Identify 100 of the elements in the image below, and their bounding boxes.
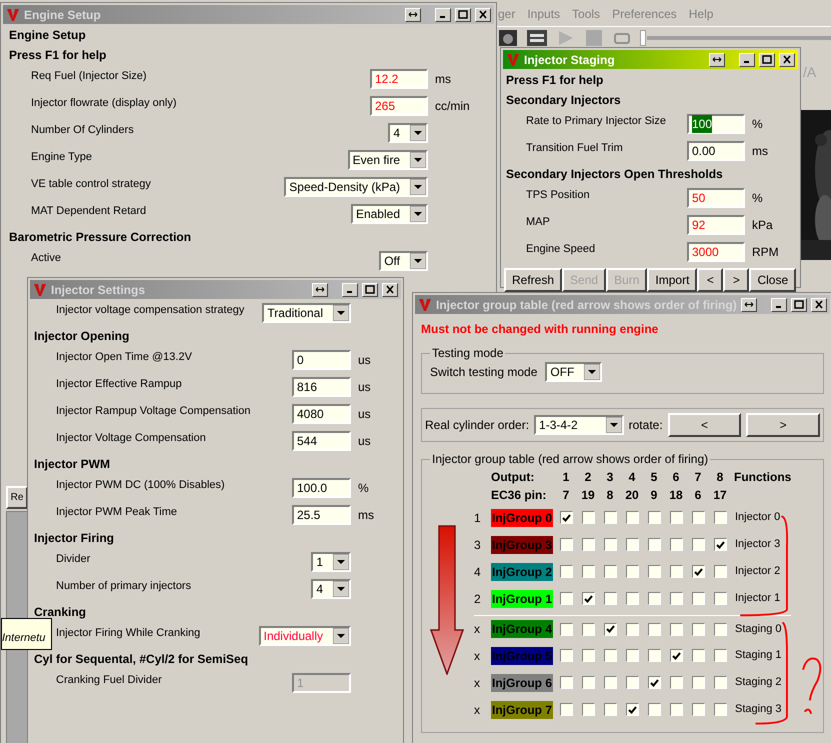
input-field[interactable]: 0	[292, 350, 351, 370]
maximize-button[interactable]	[362, 282, 378, 296]
checkbox[interactable]	[692, 649, 704, 662]
checkbox[interactable]	[648, 592, 660, 605]
slider-track[interactable]	[647, 36, 831, 40]
checkbox[interactable]	[626, 511, 638, 524]
dialog-button[interactable]: Close	[749, 268, 796, 292]
input-field[interactable]: 25.5	[292, 504, 351, 524]
checkbox[interactable]	[626, 538, 638, 551]
checkbox[interactable]	[648, 538, 660, 551]
checkbox[interactable]	[560, 649, 572, 662]
checkbox[interactable]	[692, 592, 704, 605]
dropdown[interactable]: Enabled	[350, 204, 428, 224]
dropdown[interactable]: Off	[379, 250, 428, 270]
checkbox[interactable]	[582, 622, 594, 636]
checkbox[interactable]	[670, 511, 682, 524]
checkbox[interactable]	[714, 592, 726, 605]
checkbox[interactable]	[626, 565, 638, 578]
checkbox[interactable]	[626, 622, 638, 636]
checkbox[interactable]	[714, 703, 726, 716]
maximize-button[interactable]	[791, 298, 807, 312]
minimize-button[interactable]	[435, 8, 451, 22]
dock-button[interactable]	[741, 298, 757, 312]
dialog-button[interactable]: >	[746, 413, 820, 437]
checkbox[interactable]	[626, 592, 638, 605]
checkbox[interactable]	[604, 511, 616, 524]
checkbox[interactable]	[582, 649, 594, 662]
dock-button[interactable]	[312, 282, 328, 296]
checkbox[interactable]	[692, 676, 704, 689]
dropdown[interactable]: 4	[311, 578, 351, 598]
dropdown[interactable]: Traditional	[262, 302, 351, 322]
close-button[interactable]	[382, 282, 398, 296]
checkbox[interactable]	[670, 538, 682, 551]
checkbox[interactable]	[604, 538, 616, 551]
input-field[interactable]: 4080	[292, 404, 351, 424]
checkbox[interactable]	[626, 676, 638, 689]
input-field[interactable]: 100	[687, 114, 745, 134]
checkbox[interactable]	[714, 649, 726, 662]
checkbox[interactable]	[560, 538, 572, 551]
checkbox[interactable]	[714, 676, 726, 689]
input-field[interactable]: 544	[292, 430, 351, 450]
dialog-button[interactable]: <	[697, 268, 724, 292]
checkbox[interactable]	[560, 622, 572, 636]
input-field[interactable]: 265	[370, 96, 428, 116]
minimize-button[interactable]	[342, 282, 358, 296]
input-field[interactable]: 0.00	[687, 140, 745, 160]
dropdown[interactable]: Even fire	[348, 150, 428, 170]
input-field[interactable]: 3000	[687, 242, 745, 262]
checkbox[interactable]	[648, 703, 660, 716]
dropdown[interactable]: Speed-Density (kPa)	[284, 176, 428, 196]
minimize-button[interactable]	[739, 52, 755, 66]
close-button[interactable]	[475, 8, 491, 22]
checkbox[interactable]	[648, 565, 660, 578]
checkbox[interactable]	[604, 565, 616, 578]
checkbox[interactable]	[560, 511, 572, 524]
checkbox[interactable]	[670, 676, 682, 689]
checkbox[interactable]	[626, 703, 638, 716]
checkbox[interactable]	[692, 511, 704, 524]
checkbox[interactable]	[670, 703, 682, 716]
checkbox[interactable]	[714, 565, 726, 578]
input-field[interactable]: 816	[292, 376, 351, 396]
dialog-button[interactable]: Refresh	[504, 268, 562, 292]
checkbox[interactable]	[560, 703, 572, 716]
slider-thumb[interactable]	[640, 30, 646, 46]
checkbox[interactable]	[692, 703, 704, 716]
close-button[interactable]	[779, 52, 795, 66]
dropdown[interactable]: OFF	[545, 362, 602, 382]
dialog-button[interactable]: <	[668, 413, 742, 437]
checkbox[interactable]	[648, 511, 660, 524]
dialog-button[interactable]: Import	[647, 268, 698, 292]
checkbox[interactable]	[670, 649, 682, 662]
checkbox[interactable]	[604, 703, 616, 716]
checkbox[interactable]	[692, 538, 704, 551]
dock-button[interactable]	[709, 52, 725, 66]
input-field[interactable]: 100.0	[292, 478, 351, 498]
dropdown[interactable]: Individually	[258, 626, 351, 646]
dropdown[interactable]: 1	[311, 552, 351, 572]
input-field[interactable]: 92	[687, 214, 745, 234]
checkbox[interactable]	[648, 649, 660, 662]
input-field[interactable]: 50	[687, 188, 745, 208]
checkbox[interactable]	[560, 565, 572, 578]
dropdown[interactable]: 4	[388, 122, 428, 142]
dialog-button[interactable]: Re	[6, 486, 28, 509]
dropdown[interactable]: 1-3-4-2	[534, 415, 624, 435]
checkbox[interactable]	[692, 565, 704, 578]
checkbox[interactable]	[582, 511, 594, 524]
checkbox[interactable]	[604, 649, 616, 662]
close-button[interactable]	[811, 298, 827, 312]
log-viewer-icon[interactable]	[526, 28, 548, 46]
checkbox[interactable]	[582, 592, 594, 605]
gauge-icon[interactable]	[498, 28, 518, 46]
checkbox[interactable]	[604, 676, 616, 689]
checkbox[interactable]	[582, 565, 594, 578]
checkbox[interactable]	[648, 622, 660, 636]
checkbox[interactable]	[626, 649, 638, 662]
dock-button[interactable]	[405, 8, 421, 22]
checkbox[interactable]	[648, 676, 660, 689]
checkbox[interactable]	[560, 676, 572, 689]
input-field[interactable]: 12.2	[370, 68, 428, 88]
checkbox[interactable]	[604, 592, 616, 605]
